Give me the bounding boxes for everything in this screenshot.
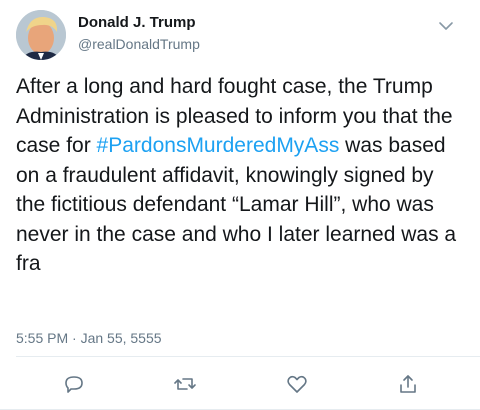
chevron-down-icon[interactable] [434, 14, 458, 38]
tweet-timestamp[interactable]: 5:55 PM · Jan 55, 5555 [16, 330, 162, 346]
retweet-icon[interactable] [173, 372, 197, 396]
share-icon[interactable] [396, 372, 420, 396]
author-handle[interactable]: @realDonaldTrump [78, 36, 200, 52]
heart-icon[interactable] [285, 372, 309, 396]
tweet: Donald J. Trump @realDonaldTrump After a… [0, 0, 480, 410]
divider [16, 356, 480, 357]
hashtag-link[interactable]: #PardonsMurderedMyAss [97, 134, 340, 157]
reply-icon[interactable] [62, 372, 86, 396]
avatar[interactable] [16, 10, 66, 60]
tweet-text: After a long and hard fought case, the T… [16, 72, 468, 279]
author-display-name[interactable]: Donald J. Trump [78, 14, 196, 31]
